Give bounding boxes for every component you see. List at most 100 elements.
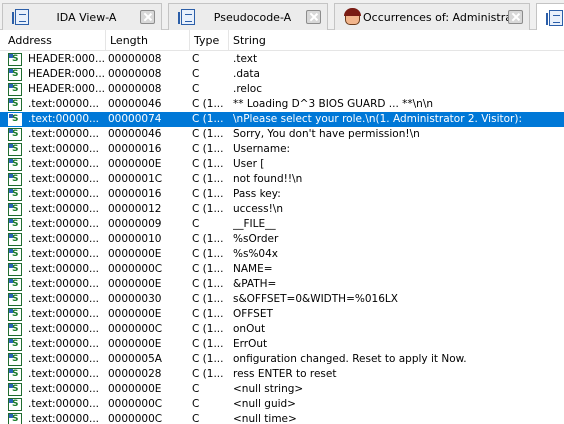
tab-label: IDA View-A <box>56 10 117 24</box>
table-row[interactable]: .text:00000... 00000009 C __FILE__ <box>0 217 564 232</box>
table-row[interactable]: .text:00000... 00000016 C (1... Pass key: <box>0 187 564 202</box>
string-cell: onOut <box>233 323 266 335</box>
address-cell: HEADER:000... <box>28 83 104 95</box>
strings-table-header: Address Length Type String <box>0 30 564 51</box>
length-cell: 0000000C <box>108 323 163 335</box>
column-header-length[interactable]: Length <box>106 30 190 51</box>
string-cell: User [ <box>233 158 265 170</box>
length-cell: 0000000E <box>108 158 162 170</box>
string-icon <box>8 383 22 396</box>
table-row[interactable]: HEADER:000... 00000008 C .data <box>0 67 564 82</box>
address-cell: .text:00000... <box>28 158 100 170</box>
table-row[interactable]: .text:00000... 0000000E C (1... %s%04x <box>0 247 564 262</box>
table-row[interactable]: .text:00000... 0000000E C (1... User [ <box>0 157 564 172</box>
tab-bar: IDA View-A Pseudocode-A Occurrences of: … <box>0 0 564 31</box>
string-icon <box>8 53 22 66</box>
string-cell: ress ENTER to reset <box>233 368 337 380</box>
type-cell: C (1... <box>192 248 224 260</box>
table-row[interactable]: .text:00000... 00000046 C (1... ** Loading … <box>0 97 564 112</box>
table-row[interactable]: .text:00000... 0000000E C (1... OFFSET <box>0 307 564 322</box>
table-row[interactable]: .text:00000... 0000000E C (1... ErrOut <box>0 337 564 352</box>
length-cell: 00000074 <box>108 113 162 125</box>
type-cell: C <box>192 398 200 410</box>
table-row[interactable]: .text:00000... 0000000C C <null guid> <box>0 397 564 412</box>
column-header-address[interactable]: Address <box>4 30 106 51</box>
string-cell: __FILE__ <box>233 218 276 230</box>
table-row[interactable]: .text:00000... 0000000C C (1... NAME= <box>0 262 564 277</box>
table-row[interactable]: .text:00000... 0000000E C (1... &PATH= <box>0 277 564 292</box>
address-cell: .text:00000... <box>28 338 100 350</box>
tab-pseudocode-a[interactable]: Pseudocode-A <box>168 3 328 30</box>
strings-view-icon <box>546 9 564 26</box>
address-cell: .text:00000... <box>28 368 100 380</box>
length-cell: 0000000C <box>108 263 163 275</box>
string-cell: OFFSET <box>233 308 273 320</box>
string-icon <box>8 353 22 366</box>
column-header-type[interactable]: Type <box>190 30 229 51</box>
type-cell: C (1... <box>192 98 224 110</box>
table-row[interactable]: .text:00000... 0000000C C (1... onOut <box>0 322 564 337</box>
type-cell: C (1... <box>192 143 224 155</box>
length-cell: 00000009 <box>108 218 162 230</box>
string-icon <box>8 68 22 81</box>
disassembly-view-icon <box>12 9 33 25</box>
address-cell: .text:00000... <box>28 278 100 290</box>
type-cell: C <box>192 413 200 424</box>
length-cell: 0000000E <box>108 308 162 320</box>
type-cell: C (1... <box>192 278 224 290</box>
table-row[interactable]: .text:00000... 00000028 C (1... ress ENTER … <box>0 367 564 382</box>
address-cell: .text:00000... <box>28 398 100 410</box>
address-cell: .text:00000... <box>28 383 100 395</box>
string-icon <box>8 188 22 201</box>
type-cell: C (1... <box>192 293 224 305</box>
tab-label: Pseudocode-A <box>213 10 292 24</box>
tab-occurrences[interactable]: Occurrences of: Administrator <box>334 3 530 30</box>
string-icon <box>8 98 22 111</box>
type-cell: C (1... <box>192 203 224 215</box>
length-cell: 00000010 <box>108 233 162 245</box>
column-header-string[interactable]: String <box>229 30 564 51</box>
length-cell: 00000008 <box>108 83 162 95</box>
table-row[interactable]: .text:00000... 0000005A C (1... onfiguratio… <box>0 352 564 367</box>
type-cell: C (1... <box>192 128 224 140</box>
table-row[interactable]: HEADER:000... 00000008 C .reloc <box>0 82 564 97</box>
tab-label: Occurrences of: Administrator <box>363 10 508 24</box>
string-cell: uccess!\n <box>233 203 284 215</box>
type-cell: C (1... <box>192 353 224 365</box>
table-row[interactable]: .text:00000... 00000046 C (1... Sorry, You … <box>0 127 564 142</box>
address-cell: .text:00000... <box>28 143 100 155</box>
address-cell: .text:00000... <box>28 248 100 260</box>
address-cell: .text:00000... <box>28 98 100 110</box>
type-cell: C (1... <box>192 323 224 335</box>
address-cell: .text:00000... <box>28 128 100 140</box>
table-row[interactable]: HEADER:000... 00000008 C .text <box>0 52 564 67</box>
type-cell: C (1... <box>192 173 224 185</box>
string-cell: .data <box>233 68 260 80</box>
type-cell: C <box>192 83 200 95</box>
string-icon <box>8 203 22 216</box>
table-row[interactable]: .text:00000... 00000016 C (1... Username: <box>0 142 564 157</box>
length-cell: 00000030 <box>108 293 162 305</box>
close-tab-button[interactable] <box>508 10 523 24</box>
length-cell: 00000012 <box>108 203 162 215</box>
table-row[interactable]: .text:00000... 00000074 C (1... \nPlease se… <box>0 112 564 127</box>
close-tab-button[interactable] <box>140 10 155 24</box>
string-icon <box>8 173 22 186</box>
close-tab-button[interactable] <box>306 10 321 24</box>
table-row[interactable]: .text:00000... 00000012 C (1... uccess!\n <box>0 202 564 217</box>
string-icon <box>8 83 22 96</box>
address-cell: .text:00000... <box>28 188 100 200</box>
table-row[interactable]: .text:00000... 0000001C C (1... not found!… <box>0 172 564 187</box>
address-cell: HEADER:000... <box>28 68 104 80</box>
string-icon <box>8 323 22 336</box>
string-cell: Pass key: <box>233 188 281 200</box>
string-cell: &PATH= <box>233 278 277 290</box>
tab-ida-view-a[interactable]: IDA View-A <box>2 3 162 30</box>
table-row[interactable]: .text:00000... 0000000C C <null time> <box>0 412 564 424</box>
tab-strings[interactable] <box>536 3 564 31</box>
table-row[interactable]: .text:00000... 0000000E C <null string> <box>0 382 564 397</box>
length-cell: 0000001C <box>108 173 163 185</box>
table-row[interactable]: .text:00000... 00000010 C (1... %sOrder <box>0 232 564 247</box>
length-cell: 0000000E <box>108 278 162 290</box>
table-row[interactable]: .text:00000... 00000030 C (1... s&OFFSET=0&… <box>0 292 564 307</box>
